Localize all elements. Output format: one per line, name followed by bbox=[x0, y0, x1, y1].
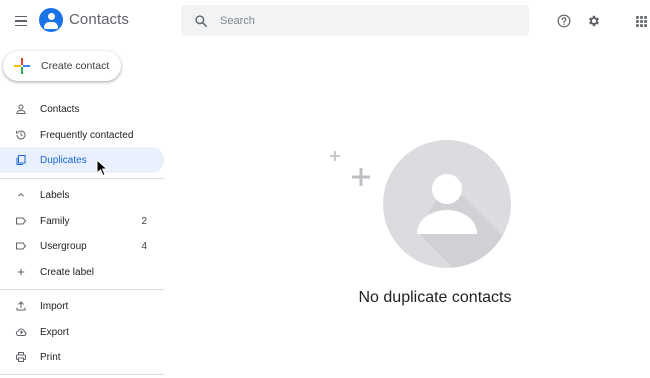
print-icon bbox=[14, 350, 28, 364]
help-button[interactable] bbox=[553, 10, 575, 32]
create-label-button[interactable]: Create label bbox=[0, 259, 164, 285]
sidebar-item-import[interactable]: Import bbox=[0, 293, 164, 319]
contacts-logo-icon bbox=[39, 8, 63, 32]
label-count: 4 bbox=[141, 240, 147, 252]
sidebar-item-label-family[interactable]: Family 2 bbox=[0, 208, 164, 234]
plus-icon bbox=[14, 265, 28, 279]
sidebar-item-label: Export bbox=[40, 326, 69, 338]
sidebar-item-duplicates[interactable]: Duplicates bbox=[0, 147, 164, 173]
upload-icon bbox=[14, 299, 28, 313]
sidebar-divider bbox=[0, 289, 164, 290]
sidebar-item-label: Contacts bbox=[40, 103, 80, 115]
label-icon bbox=[14, 214, 28, 228]
cloud-upload-icon bbox=[14, 325, 28, 339]
create-contact-button[interactable]: Create contact bbox=[3, 51, 121, 81]
labels-header: Labels bbox=[40, 189, 70, 201]
gear-icon bbox=[588, 15, 600, 27]
decorative-plus-icon bbox=[352, 168, 370, 186]
sidebar-item-label: Import bbox=[40, 300, 69, 312]
labels-section-toggle[interactable]: Labels bbox=[0, 182, 164, 208]
label-count: 2 bbox=[141, 215, 147, 227]
sidebar-divider bbox=[0, 178, 164, 179]
sidebar-item-label: Print bbox=[40, 351, 61, 363]
sidebar-item-label: Frequently contacted bbox=[40, 129, 134, 141]
sidebar-item-print[interactable]: Print bbox=[0, 344, 164, 370]
apps-grid-icon bbox=[635, 15, 647, 27]
sidebar-item-label: Family bbox=[40, 215, 70, 227]
main-menu-button[interactable] bbox=[8, 8, 34, 34]
settings-button[interactable] bbox=[583, 10, 605, 32]
decorative-plus-icon bbox=[330, 151, 340, 161]
empty-state-avatar-illustration bbox=[383, 140, 511, 268]
sidebar-item-label: Duplicates bbox=[40, 154, 87, 166]
chevron-up-icon bbox=[14, 188, 28, 202]
sidebar-item-export[interactable]: Export bbox=[0, 319, 164, 345]
sidebar-item-contacts[interactable]: Contacts bbox=[0, 96, 164, 122]
person-silhouette-icon bbox=[417, 174, 511, 268]
create-label-text: Create label bbox=[40, 266, 94, 278]
help-icon bbox=[557, 14, 571, 28]
person-icon bbox=[14, 102, 28, 116]
sidebar-item-label-usergroup[interactable]: Usergroup 4 bbox=[0, 233, 164, 259]
label-icon bbox=[14, 239, 28, 253]
sidebar-divider bbox=[0, 374, 164, 375]
sidebar-item-label: Usergroup bbox=[40, 240, 87, 252]
empty-state-message: No duplicate contacts bbox=[358, 289, 512, 306]
history-icon bbox=[14, 128, 28, 142]
app-title[interactable]: Contacts bbox=[69, 11, 129, 28]
colorful-plus-icon bbox=[14, 58, 30, 74]
search-icon[interactable] bbox=[194, 14, 208, 28]
search-input[interactable] bbox=[220, 14, 500, 27]
google-apps-button[interactable] bbox=[630, 10, 650, 32]
duplicates-icon bbox=[14, 153, 28, 167]
create-contact-label: Create contact bbox=[41, 60, 110, 72]
sidebar-item-frequently-contacted[interactable]: Frequently contacted bbox=[0, 122, 164, 148]
hamburger-icon bbox=[15, 15, 27, 27]
search-bar[interactable] bbox=[181, 5, 529, 36]
